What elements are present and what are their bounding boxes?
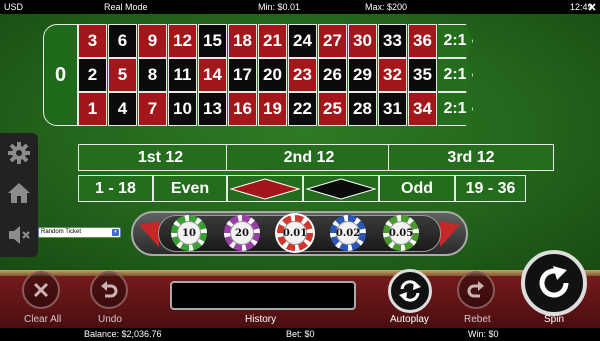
bet-number-cell[interactable]: 32 (378, 58, 407, 92)
bet-column-1[interactable]: 2:1 (438, 92, 473, 126)
top-bar: USD Real Mode Min: $0.01 Max: $200 12:49 (0, 0, 600, 14)
bet-number-cell[interactable]: 6 (108, 24, 137, 58)
currency-label: USD (4, 2, 24, 12)
bet-number-cell[interactable]: 10 (168, 92, 197, 126)
bet-number-cell[interactable]: 25 (318, 92, 347, 126)
bet-column-2[interactable]: 2:1 (438, 58, 473, 92)
bet-number-cell[interactable]: 22 (288, 92, 317, 126)
bet-dozen-2[interactable]: 2nd 12 (226, 144, 392, 171)
clear-all-button[interactable] (22, 271, 60, 309)
bet-zero[interactable]: 0 (43, 24, 78, 126)
bet-number-cell[interactable]: 11 (168, 58, 197, 92)
bet-number-cell[interactable]: 36 (408, 24, 437, 58)
bet-number-cell[interactable]: 2 (78, 58, 107, 92)
bet-number-cell[interactable]: 29 (348, 58, 377, 92)
bet-number-cell[interactable]: 8 (138, 58, 167, 92)
bet-number-cell[interactable]: 12 (168, 24, 197, 58)
red-diamond-icon (230, 177, 300, 200)
chip-20[interactable]: 20 (224, 215, 260, 251)
gear-icon[interactable] (7, 141, 31, 165)
ticket-select[interactable]: Random Ticket ▾ (38, 227, 121, 238)
bet-odd[interactable]: Odd (379, 175, 455, 202)
close-icon (33, 282, 49, 298)
mode-label: Real Mode (104, 2, 148, 12)
rebet-icon (467, 281, 484, 298)
win-label: Win: $0 (468, 329, 499, 339)
bet-high[interactable]: 19 - 36 (455, 175, 526, 202)
bet-number-cell[interactable]: 31 (378, 92, 407, 126)
bet-column-3[interactable]: 2:1 (438, 24, 473, 58)
bet-number-cell[interactable]: 3 (78, 24, 107, 58)
balance-label: Balance: $2,036.76 (84, 329, 162, 339)
min-bet-label: Min: $0.01 (258, 2, 301, 12)
bet-number-cell[interactable]: 7 (138, 92, 167, 126)
autoplay-icon (399, 280, 421, 302)
history-panel[interactable] (170, 281, 356, 310)
bet-number-cell[interactable]: 13 (198, 92, 227, 126)
bet-red[interactable] (227, 175, 303, 202)
bet-number-cell[interactable]: 9 (138, 24, 167, 58)
rebet-button[interactable] (457, 271, 495, 309)
undo-button[interactable] (90, 271, 128, 309)
home-icon[interactable] (7, 181, 31, 205)
close-icon[interactable] (587, 2, 597, 12)
chip-tray: 10 20 0.01 0.02 0.05 (131, 211, 468, 256)
chip-0.05[interactable]: 0.05 (383, 215, 419, 251)
chevron-down-icon: ▾ (112, 229, 119, 236)
chip-10[interactable]: 10 (171, 215, 207, 251)
bet-number-cell[interactable]: 35 (408, 58, 437, 92)
bet-number-cell[interactable]: 17 (228, 58, 257, 92)
side-menu (0, 133, 38, 257)
bet-number-cell[interactable]: 18 (228, 24, 257, 58)
status-bar: Balance: $2,036.76 Bet: $0 Win: $0 (0, 328, 600, 341)
bet-number-cell[interactable]: 14 (198, 58, 227, 92)
bet-low[interactable]: 1 - 18 (78, 175, 153, 202)
max-bet-label: Max: $200 (365, 2, 408, 12)
bet-number-cell[interactable]: 30 (348, 24, 377, 58)
bet-number-cell[interactable]: 34 (408, 92, 437, 126)
bet-number-cell[interactable]: 16 (228, 92, 257, 126)
bet-black[interactable] (303, 175, 379, 202)
chip-0.02[interactable]: 0.02 (330, 215, 366, 251)
chevron-right-icon[interactable] (438, 219, 462, 249)
bet-number-cell[interactable]: 33 (378, 24, 407, 58)
bet-number-cell[interactable]: 19 (258, 92, 287, 126)
history-label: History (245, 314, 277, 325)
bet-number-cell[interactable]: 15 (198, 24, 227, 58)
undo-label: Undo (98, 314, 122, 325)
bet-number-cell[interactable]: 26 (318, 58, 347, 92)
clear-all-label: Clear All (24, 314, 62, 325)
bet-number-cell[interactable]: 20 (258, 58, 287, 92)
bet-number-cell[interactable]: 24 (288, 24, 317, 58)
bet-number-cell[interactable]: 27 (318, 24, 347, 58)
undo-icon (101, 281, 118, 298)
speaker-mute-icon[interactable] (7, 223, 31, 247)
bet-dozen-3[interactable]: 3rd 12 (388, 144, 554, 171)
bet-number-cell[interactable]: 1 (78, 92, 107, 126)
bet-number-cell[interactable]: 28 (348, 92, 377, 126)
chip-0.01[interactable]: 0.01 (277, 215, 313, 251)
spin-icon (539, 266, 569, 298)
bet-number-cell[interactable]: 5 (108, 58, 137, 92)
black-diamond-icon (306, 177, 376, 200)
bet-number-cell[interactable]: 4 (108, 92, 137, 126)
spin-label: Spin (544, 314, 565, 325)
bet-dozen-1[interactable]: 1st 12 (78, 144, 243, 171)
autoplay-button[interactable] (388, 269, 432, 313)
rebet-label: Rebet (464, 314, 491, 325)
autoplay-label: Autoplay (390, 314, 429, 325)
bet-even[interactable]: Even (153, 175, 227, 202)
bet-number-cell[interactable]: 23 (288, 58, 317, 92)
spin-button[interactable] (521, 250, 587, 316)
bet-label: Bet: $0 (286, 329, 315, 339)
bet-number-cell[interactable]: 21 (258, 24, 287, 58)
